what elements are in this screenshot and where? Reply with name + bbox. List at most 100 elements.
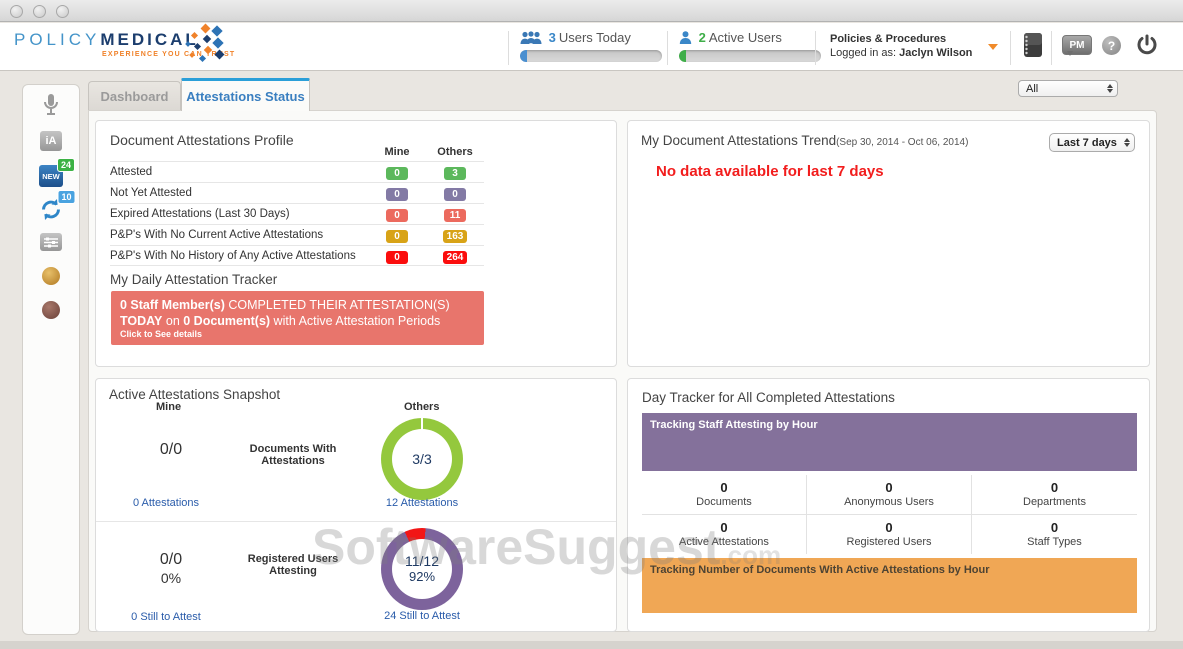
settings-sliders-icon[interactable]	[40, 233, 62, 251]
mine-count-badge[interactable]: 0	[386, 209, 408, 222]
snapshot-row-label: Documents With Attestations	[223, 443, 363, 467]
stat-label: Registered Users	[847, 536, 932, 548]
staff-attesting-by-hour-banner[interactable]: Tracking Staff Attesting by Hour	[642, 413, 1137, 471]
sync-refresh-icon[interactable]: 10	[39, 197, 64, 227]
day-tracker-title: Day Tracker for All Completed Attestatio…	[642, 390, 895, 405]
snapshot-panel-title: Active Attestations Snapshot	[109, 387, 280, 402]
mine-count-badge[interactable]: 0	[386, 251, 408, 264]
snapshot-col-mine: Mine	[156, 401, 181, 413]
trend-date-range: (Sep 30, 2014 - Oct 06, 2014)	[836, 137, 968, 148]
directory-notebook-icon[interactable]	[1020, 32, 1044, 63]
login-prefix: Logged in as:	[830, 47, 899, 59]
active-users-progressbar	[679, 50, 821, 62]
banner-bold: 0 Document(s)	[183, 314, 270, 328]
snapshot-row-label: Registered Users Attesting	[223, 553, 363, 577]
stat-value: 0	[1051, 480, 1058, 495]
ia-label: iA	[46, 135, 57, 147]
stat-value: 0	[885, 480, 892, 495]
others-count-badge[interactable]: 11	[444, 209, 466, 222]
brown-status-icon[interactable]	[42, 301, 60, 319]
others-count-badge[interactable]: 0	[444, 188, 466, 201]
ia-module-icon[interactable]: iA	[40, 131, 62, 151]
pm-chat-label: PM	[1070, 40, 1085, 51]
stat-cell: 0Departments	[972, 475, 1137, 515]
row-label: P&P's With No History of Any Active Atte…	[110, 250, 368, 262]
banner-bold: 0 Staff Member(s)	[120, 298, 225, 312]
stat-value: 0	[1051, 520, 1058, 535]
donut-center-percent: 92%	[409, 569, 435, 585]
daily-tracker-title: My Daily Attestation Tracker	[110, 272, 277, 287]
account-chevron-down-icon[interactable]	[988, 44, 998, 50]
maximize-window-icon[interactable]	[56, 5, 69, 18]
mine-count-badge[interactable]: 0	[386, 167, 408, 180]
stat-value: 0	[720, 480, 727, 495]
tab-dashboard[interactable]: Dashboard	[88, 81, 181, 110]
tab-attestations-label: Attestations Status	[186, 89, 304, 104]
others-count-badge[interactable]: 3	[444, 167, 466, 180]
account-info: Policies & Procedures Logged in as: Jacl…	[830, 32, 972, 60]
donut-center-value: 11/12	[405, 553, 439, 569]
users-today-progressbar	[520, 50, 662, 62]
help-icon[interactable]: ?	[1102, 36, 1121, 55]
select-arrows-icon	[1124, 138, 1130, 147]
users-today-label: Users Today	[559, 30, 631, 45]
attestations-trend-panel: My Document Attestations Trend(Sep 30, 2…	[627, 120, 1150, 367]
gold-status-icon[interactable]	[42, 267, 60, 285]
stat-label: Staff Types	[1027, 536, 1082, 548]
pm-chat-icon[interactable]: PM	[1062, 35, 1092, 55]
users-group-icon	[520, 31, 542, 44]
stat-label: Active Attestations	[679, 536, 769, 548]
mine-count-badge[interactable]: 0	[386, 230, 408, 243]
trend-title-text: My Document Attestations Trend	[641, 133, 836, 148]
trend-period-select[interactable]: Last 7 days	[1049, 133, 1135, 152]
power-logout-icon[interactable]	[1136, 33, 1158, 62]
tab-attestations-status[interactable]: Attestations Status	[181, 78, 310, 111]
mine-still-to-attest-link[interactable]: 0 Still to Attest	[96, 611, 236, 623]
row-label: Not Yet Attested	[110, 187, 368, 199]
row-label: P&P's With No Current Active Attestation…	[110, 229, 368, 241]
others-count-badge[interactable]: 163	[443, 230, 468, 243]
documents-by-hour-banner[interactable]: Tracking Number of Documents With Active…	[642, 558, 1137, 613]
new-label: NEW	[42, 172, 60, 181]
no-data-message: No data available for last 7 days	[656, 163, 884, 180]
logged-in-user: Jaclyn Wilson	[899, 47, 972, 59]
microphone-icon[interactable]	[42, 93, 60, 124]
stat-cell: 0Staff Types	[972, 515, 1137, 555]
day-tracker-stats-grid: 0Documents 0Anonymous Users 0Departments…	[642, 475, 1137, 554]
table-row: P&P's With No Current Active Attestation…	[110, 224, 484, 245]
close-window-icon[interactable]	[10, 5, 23, 18]
table-row: P&P's With No History of Any Active Atte…	[110, 245, 484, 266]
mine-count-badge[interactable]: 0	[386, 188, 408, 201]
documents-attestations-donut-chart[interactable]: 3/3	[381, 418, 463, 500]
stat-label: Departments	[1023, 496, 1086, 508]
others-still-to-attest-link[interactable]: 24 Still to Attest	[352, 610, 492, 622]
daily-tracker-banner[interactable]: 0 Staff Member(s) COMPLETED THEIR ATTEST…	[111, 291, 484, 345]
new-items-icon[interactable]: NEW 24	[39, 165, 63, 187]
banner-text: on	[162, 314, 183, 328]
row-label: Expired Attestations (Last 30 Days)	[110, 208, 368, 220]
stat-cell: 0Active Attestations	[642, 515, 807, 555]
help-label: ?	[1108, 39, 1115, 53]
profile-table-header: Mine Others	[110, 141, 484, 161]
others-count-badge[interactable]: 264	[443, 251, 468, 264]
banner-text: with Active Attestation Periods	[270, 314, 440, 328]
col-header-mine: Mine	[368, 146, 426, 158]
orange-banner-label: Tracking Number of Documents With Active…	[650, 564, 990, 576]
sync-count-badge: 10	[57, 190, 75, 204]
mine-attestations-link[interactable]: 0 Attestations	[96, 497, 236, 509]
purple-banner-label: Tracking Staff Attesting by Hour	[650, 419, 818, 431]
banner-see-details-link[interactable]: Click to See details	[120, 329, 475, 339]
stat-value: 0	[720, 520, 727, 535]
select-arrows-icon	[1107, 84, 1113, 93]
registered-users-donut-chart[interactable]: 11/1292%	[381, 528, 463, 610]
filter-all-select[interactable]: All	[1018, 80, 1118, 97]
minimize-window-icon[interactable]	[33, 5, 46, 18]
stat-label: Anonymous Users	[844, 496, 934, 508]
trend-select-value: Last 7 days	[1057, 137, 1120, 149]
banner-bold: TODAY	[120, 314, 162, 328]
mine-percent: 0%	[126, 570, 216, 586]
others-attestations-link[interactable]: 12 Attestations	[352, 497, 492, 509]
table-row: Attested 0 3	[110, 161, 484, 182]
logo-word-policy: POLICY	[14, 30, 100, 49]
table-row: Expired Attestations (Last 30 Days) 0 11	[110, 203, 484, 224]
